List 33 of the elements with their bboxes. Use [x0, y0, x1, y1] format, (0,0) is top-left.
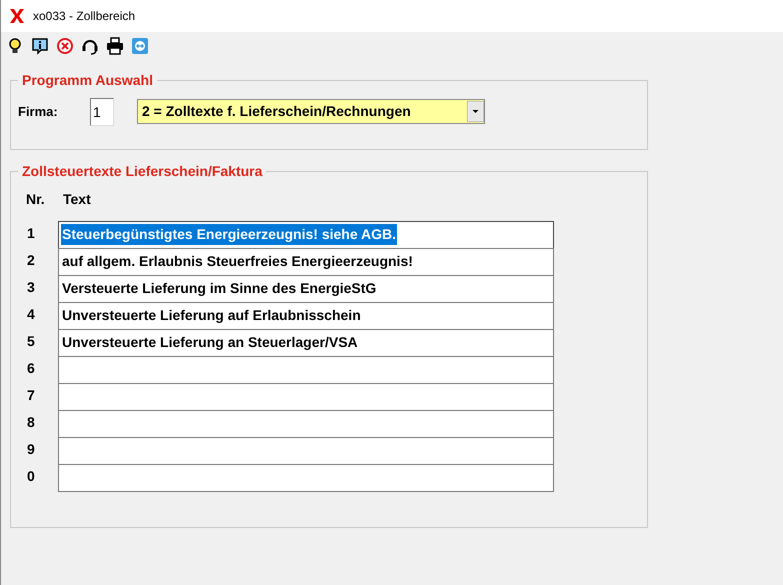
row-number: 3 — [26, 278, 36, 297]
column-header: Text — [63, 190, 91, 209]
row-number: 7 — [26, 386, 36, 405]
row-number: 8 — [26, 413, 36, 432]
cancel-icon[interactable] — [56, 37, 74, 55]
text-field[interactable]: Unversteuerte Lieferung an Steuerlager/VSA — [58, 329, 554, 357]
field-label: Firma: — [18, 103, 59, 121]
row-number: 2 — [26, 251, 36, 270]
text-field[interactable]: auf allgem. Erlaubnis Steuerfreies Energieerzeugnis! — [58, 248, 554, 276]
text-field[interactable] — [58, 383, 554, 411]
row-number: 0 — [26, 467, 36, 486]
text-field[interactable] — [58, 410, 554, 438]
row-number: 1 — [26, 224, 36, 243]
text-field[interactable]: Unversteuerte Lieferung auf Erlaubnisschein — [58, 302, 554, 330]
app-logo-icon — [9, 8, 25, 24]
remote-control-icon[interactable] — [131, 37, 149, 55]
row-number: 4 — [26, 305, 36, 324]
text-field[interactable]: Versteuerte Lieferung im Sinne des EnergieStG — [58, 275, 554, 303]
dropdown-arrow-icon[interactable] — [467, 101, 484, 122]
text-field[interactable]: Steuerbegünstigtes Energieerzeugnis! siehe AGB. — [58, 221, 554, 249]
info-icon[interactable] — [31, 37, 49, 55]
column-header: Nr. — [26, 190, 46, 209]
headset-icon[interactable] — [81, 37, 99, 55]
firma-field[interactable]: 1 — [90, 98, 114, 126]
printer-icon[interactable] — [106, 37, 124, 55]
program-dropdown[interactable]: 2 = Zolltexte f. Lieferschein/Rechnungen — [137, 99, 485, 124]
text-field[interactable] — [58, 356, 554, 384]
row-number: 9 — [26, 440, 36, 459]
row-number: 5 — [26, 332, 36, 351]
row-number: 6 — [26, 359, 36, 378]
text-field[interactable] — [58, 437, 554, 465]
text-field[interactable] — [58, 464, 554, 492]
window-title: xo033 - Zollbereich — [33, 8, 136, 25]
